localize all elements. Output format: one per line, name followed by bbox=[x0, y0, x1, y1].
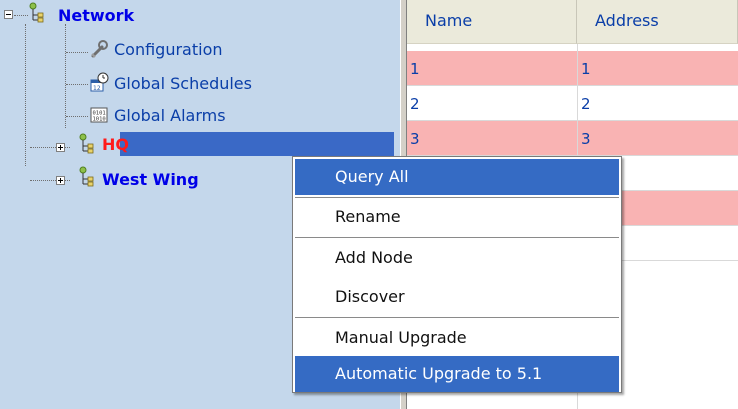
tree-connector-horizontal bbox=[14, 15, 28, 16]
menu-item-add-node[interactable]: Add Node bbox=[295, 240, 619, 276]
menu-item-discover[interactable]: Discover bbox=[295, 279, 619, 315]
menu-item-rename[interactable]: Rename bbox=[295, 199, 619, 235]
column-header-address[interactable]: Address bbox=[577, 0, 738, 44]
tree-site-west-wing[interactable]: West Wing bbox=[102, 170, 199, 189]
network-node-icon bbox=[79, 133, 94, 154]
tree-connector-horizontal bbox=[66, 52, 88, 53]
tree-item-global-alarms[interactable]: Global Alarms bbox=[114, 106, 226, 125]
svg-text:1010: 1010 bbox=[93, 117, 106, 123]
menu-item-automatic-upgrade[interactable]: Automatic Upgrade to 5.1 bbox=[295, 356, 619, 392]
menu-separator bbox=[295, 317, 619, 318]
tree-root-network[interactable]: Network bbox=[58, 6, 134, 25]
expand-toggle-icon[interactable] bbox=[56, 176, 65, 185]
table-row[interactable]: 3 3 bbox=[407, 121, 738, 156]
menu-separator bbox=[295, 237, 619, 238]
menu-separator bbox=[295, 197, 619, 198]
alarm-panel-icon: 0101 1010 bbox=[90, 107, 108, 123]
table-row[interactable]: 2 2 bbox=[407, 86, 738, 121]
column-header-name[interactable]: Name bbox=[407, 0, 577, 44]
tree-item-configuration[interactable]: Configuration bbox=[114, 40, 223, 59]
tree-connector-vertical bbox=[25, 24, 26, 166]
tree-item-global-schedules[interactable]: Global Schedules bbox=[114, 74, 252, 93]
table-row[interactable]: 1 1 bbox=[407, 51, 738, 86]
cell-address: 1 bbox=[581, 60, 591, 78]
cell-name: 1 bbox=[410, 60, 420, 78]
tree-connector-horizontal bbox=[66, 116, 88, 117]
selected-row-highlight bbox=[120, 132, 394, 156]
cell-address: 3 bbox=[581, 130, 591, 148]
tree-connector-horizontal bbox=[66, 84, 88, 85]
menu-item-manual-upgrade[interactable]: Manual Upgrade bbox=[295, 320, 619, 356]
cell-address: 2 bbox=[581, 95, 591, 113]
context-menu: Query All Rename Add Node Discover Manua… bbox=[292, 156, 622, 393]
wrench-icon bbox=[91, 40, 108, 58]
tree-connector-vertical-root bbox=[65, 24, 66, 128]
tree-site-hq[interactable]: HQ bbox=[102, 135, 129, 154]
menu-item-query-all[interactable]: Query All bbox=[295, 159, 619, 195]
expand-toggle-icon[interactable] bbox=[56, 143, 65, 152]
network-node-icon bbox=[29, 2, 44, 23]
collapse-toggle-icon[interactable] bbox=[4, 10, 13, 19]
svg-text:12: 12 bbox=[93, 85, 101, 92]
calendar-clock-icon: 12 bbox=[90, 72, 109, 92]
network-node-icon bbox=[79, 166, 94, 187]
cell-name: 2 bbox=[410, 95, 420, 113]
cell-name: 3 bbox=[410, 130, 420, 148]
